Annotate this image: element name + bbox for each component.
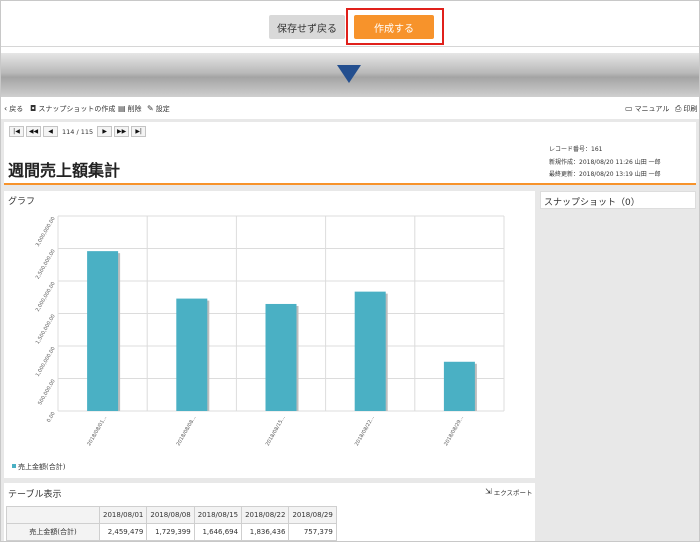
- book-icon: ▭: [625, 104, 633, 113]
- toolbar-manual-label: マニュアル: [634, 105, 670, 113]
- prev-record-button[interactable]: ◀: [43, 126, 58, 137]
- table-cell: 2,459,479: [98, 523, 148, 541]
- x-tick-label: 2018/08/01...: [86, 415, 108, 447]
- wrench-icon: ✎: [147, 104, 154, 113]
- toolbar-print[interactable]: ⎙ 印刷: [675, 104, 697, 114]
- chevron-left-icon: ‹: [4, 104, 8, 113]
- prev-page-button[interactable]: ◀◀: [26, 126, 41, 137]
- bar: [87, 251, 119, 411]
- y-tick-label: 3,000,000.00: [35, 216, 57, 248]
- x-tick-label: 2018/08/29...: [443, 415, 465, 447]
- toolbar-back[interactable]: ‹ 戻る: [4, 104, 23, 114]
- legend-swatch: [12, 464, 16, 468]
- create-button[interactable]: 作成する: [354, 15, 434, 39]
- toolbar-create-snapshot-label: スナップショットの作成: [38, 105, 116, 113]
- legend-label: 売上金額(合計): [18, 462, 66, 471]
- table-cell: 1,836,436: [241, 523, 290, 541]
- table-column-header: 2018/08/08: [146, 506, 195, 524]
- y-tick-label: 1,500,000.00: [35, 314, 57, 346]
- printer-icon: ⎙: [675, 104, 682, 113]
- table-cell: 757,379: [288, 523, 337, 541]
- table-cell: 1,729,399: [146, 523, 195, 541]
- toolbar-manual[interactable]: ▭ マニュアル: [625, 104, 669, 114]
- y-tick-label: 1,000,000.00: [35, 346, 57, 378]
- toolbar-settings[interactable]: ✎ 設定: [147, 104, 170, 114]
- x-tick-label: 2018/08/08...: [176, 415, 198, 447]
- record-number: レコード番号：161: [549, 146, 603, 153]
- record-meta: レコード番号：161 新規作成：2018/08/20 11:26 山田 一郎 最…: [549, 144, 661, 182]
- bar: [176, 298, 208, 411]
- toolbar-delete-label: 削除: [127, 105, 142, 113]
- table-header-row: 2018/08/01 2018/08/08 2018/08/15 2018/08…: [6, 506, 337, 524]
- x-tick-label: 2018/08/22...: [354, 415, 376, 447]
- record-created: 新規作成：2018/08/20 11:26 山田 一郎: [549, 158, 661, 166]
- table-column-header: 2018/08/29: [288, 506, 337, 524]
- y-tick-label: 500,000.00: [37, 379, 57, 407]
- bar: [354, 291, 386, 411]
- down-arrow-icon: [337, 65, 361, 83]
- table-title: テーブル表示: [8, 490, 62, 500]
- table-corner: [6, 506, 100, 524]
- toolbar-create-snapshot[interactable]: ◘ スナップショットの作成: [30, 104, 115, 114]
- last-record-button[interactable]: ▶|: [131, 126, 147, 137]
- pager-position: 114 / 115: [62, 127, 94, 136]
- next-page-button[interactable]: ▶▶: [114, 126, 130, 137]
- y-tick-label: 0.00: [46, 411, 57, 424]
- snapshot-panel: [540, 191, 696, 541]
- table-row-label: 売上金額(合計): [6, 523, 100, 541]
- bar-chart: 0.00500,000.001,000,000.001,500,000.002,…: [12, 215, 505, 471]
- bar: [265, 303, 297, 411]
- camera-icon: ◘: [30, 104, 37, 113]
- bar: [443, 361, 475, 411]
- table-row: 売上金額(合計) 2,459,479 1,729,399 1,646,694 1…: [6, 523, 337, 541]
- toolbar-back-label: 戻る: [9, 105, 24, 113]
- app-frame: 保存せず戻る 作成する ‹ 戻る ◘ スナップショットの作成 ▤ 削除 ✎ 設定…: [0, 0, 700, 542]
- record-updated: 最終更新：2018/08/20 13:19 山田 一郎: [549, 171, 661, 178]
- toolbar-settings-label: 設定: [155, 105, 170, 113]
- toolbar-print-label: 印刷: [683, 105, 698, 113]
- summary-table: 2018/08/01 2018/08/08 2018/08/15 2018/08…: [6, 506, 337, 541]
- trash-icon: ▤: [118, 104, 126, 113]
- export-label: エクスポート: [493, 489, 533, 497]
- export-button[interactable]: ⇲ エクスポート: [485, 487, 533, 498]
- table-column-header: 2018/08/15: [193, 506, 243, 524]
- table-column-header: 2018/08/22: [241, 506, 290, 524]
- first-record-button[interactable]: |◀: [9, 126, 24, 137]
- record-title: 週間売上額集計: [8, 161, 121, 180]
- toolbar-delete[interactable]: ▤ 削除: [118, 104, 142, 114]
- y-tick-label: 2,500,000.00: [35, 249, 57, 281]
- table-column-header: 2018/08/01: [98, 506, 148, 524]
- y-tick-label: 2,000,000.00: [35, 281, 57, 313]
- x-tick-label: 2018/08/15...: [265, 415, 287, 447]
- record-pager: |◀ ◀◀ ◀ 114 / 115 ▶ ▶▶ ▶|: [9, 126, 147, 137]
- snapshot-title: スナップショット（0）: [544, 198, 640, 208]
- back-without-save-button[interactable]: 保存せず戻る: [269, 15, 345, 39]
- export-icon: ⇲: [485, 487, 492, 496]
- next-record-button[interactable]: ▶: [97, 126, 113, 137]
- table-cell: 1,646,694: [193, 523, 243, 541]
- record-toolbar: ‹ 戻る ◘ スナップショットの作成 ▤ 削除 ✎ 設定 ▭ マニュアル ⎙ 印…: [1, 101, 699, 117]
